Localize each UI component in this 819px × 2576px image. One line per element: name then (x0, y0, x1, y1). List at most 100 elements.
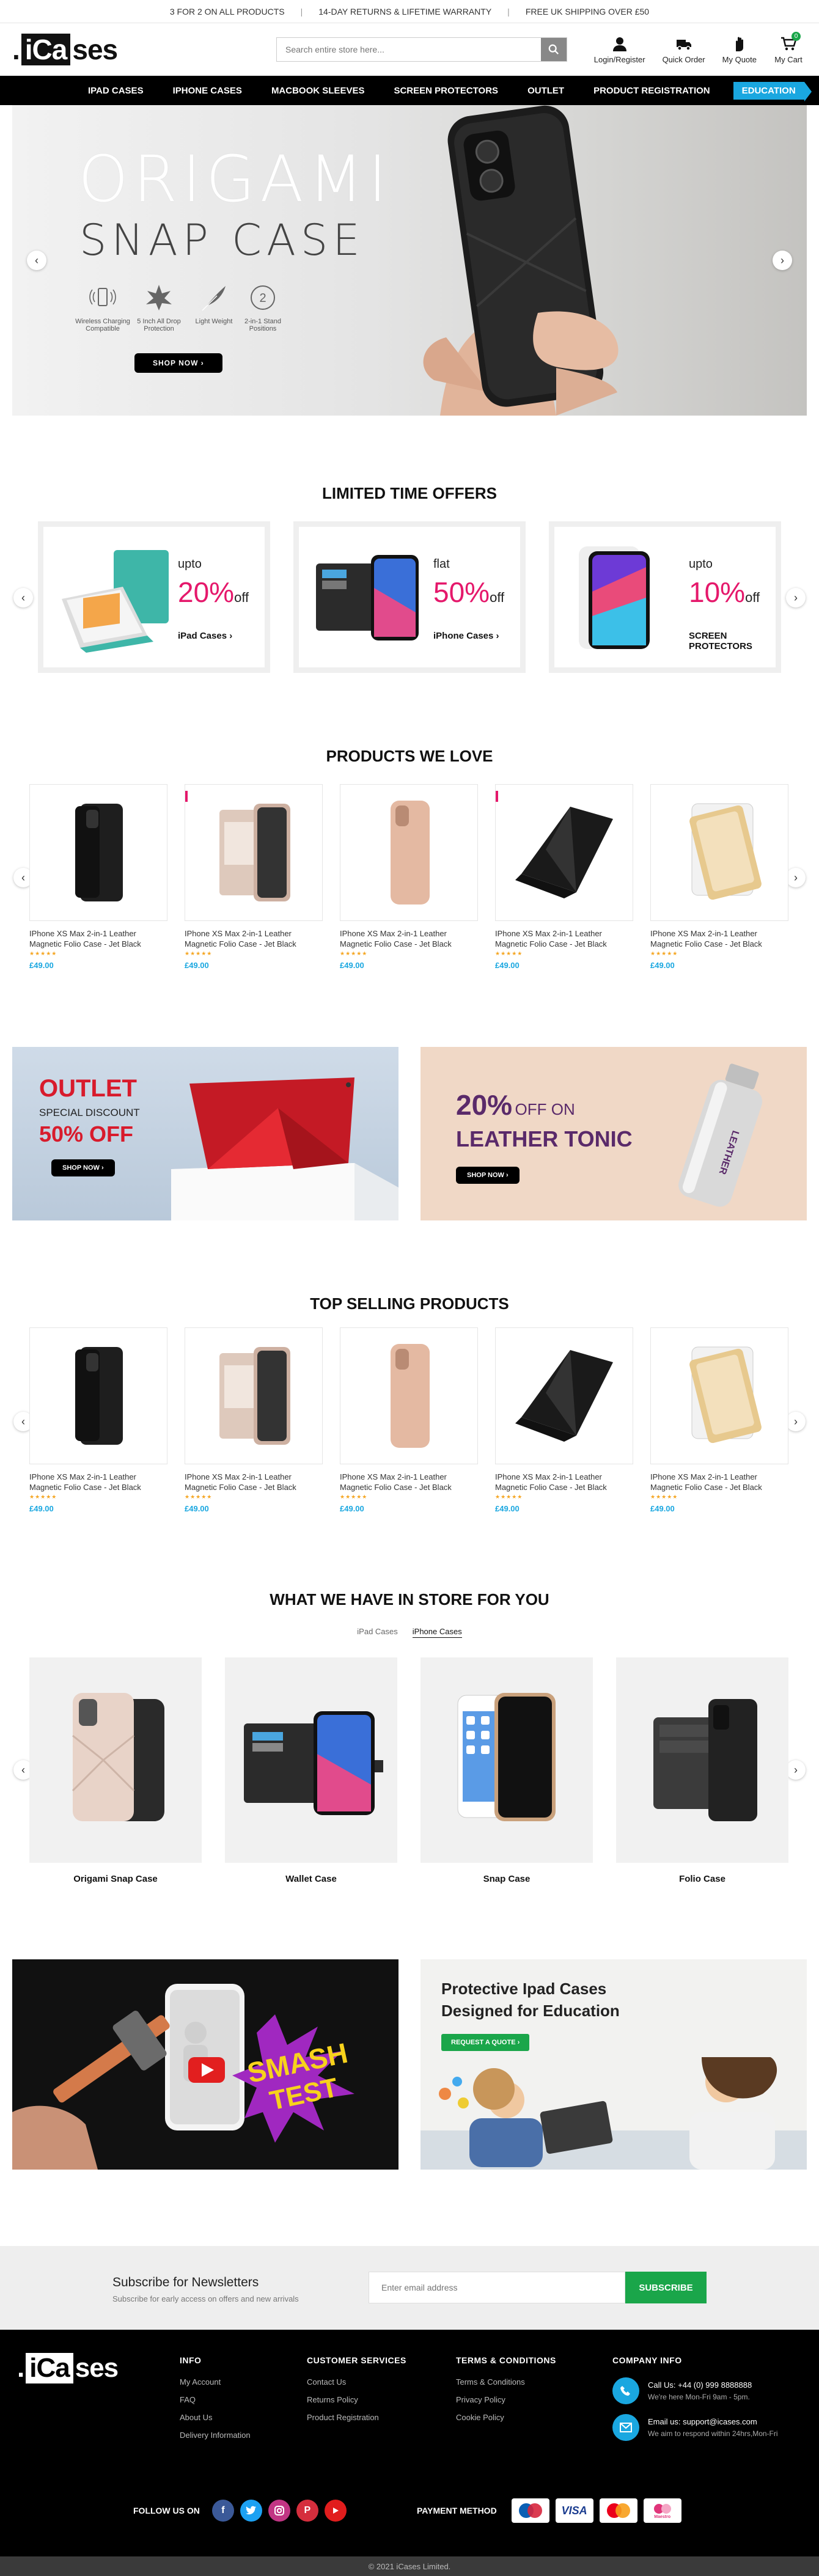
offer-card[interactable]: flat 50%off iPhone Cases › (293, 521, 526, 673)
product-image[interactable] (340, 784, 478, 921)
outlet-banner[interactable]: OUTLET SPECIAL DISCOUNT 50% OFF SHOP NOW… (12, 1047, 398, 1220)
nav-iphone-cases[interactable]: IPHONE CASES (158, 86, 257, 96)
product-name[interactable]: IPhone XS Max 2-in-1 Leather Magnetic Fo… (340, 928, 478, 949)
smash-test-banner[interactable]: SMASH TEST (12, 1959, 398, 2170)
product-name[interactable]: IPhone XS Max 2-in-1 Leather Magnetic Fo… (495, 928, 633, 949)
product-name[interactable]: IPhone XS Max 2-in-1 Leather Magnetic Fo… (29, 1472, 167, 1492)
nav-product-registration[interactable]: PRODUCT REGISTRATION (579, 86, 725, 96)
offers-next-button[interactable]: › (786, 588, 806, 607)
footer-link[interactable]: Terms & Conditions (456, 2377, 556, 2387)
store-card[interactable]: Snap Case (421, 1657, 593, 1884)
product-card[interactable]: IPhone XS Max 2-in-1 Leather Magnetic Fo… (29, 784, 167, 970)
product-name[interactable]: IPhone XS Max 2-in-1 Leather Magnetic Fo… (185, 928, 323, 949)
pinterest-icon[interactable]: P (296, 2500, 318, 2522)
footer-link[interactable]: My Account (180, 2377, 251, 2387)
leather-tonic-banner[interactable]: 20% OFF ON LEATHER TONIC SHOP NOW › LEAT… (421, 1047, 807, 1220)
product-name[interactable]: IPhone XS Max 2-in-1 Leather Magnetic Fo… (650, 928, 788, 949)
product-card[interactable]: IPhone XS Max 2-in-1 Leather Magnetic Fo… (340, 784, 478, 970)
chevron-right-icon: › (517, 2039, 520, 2046)
product-image[interactable] (185, 784, 323, 921)
product-image[interactable] (340, 1327, 478, 1464)
instagram-icon[interactable] (268, 2500, 290, 2522)
product-name[interactable]: IPhone XS Max 2-in-1 Leather Magnetic Fo… (340, 1472, 478, 1492)
product-name[interactable]: IPhone XS Max 2-in-1 Leather Magnetic Fo… (29, 928, 167, 949)
product-card[interactable]: IPhone XS Max 2-in-1 Leather Magnetic Fo… (185, 1327, 323, 1513)
offer-category-link[interactable]: SCREEN PROTECTORS (689, 631, 776, 651)
offer-category-link[interactable]: iPhone Cases › (433, 631, 499, 641)
subscribe-button[interactable]: SUBSCRIBE (625, 2272, 707, 2303)
search-input[interactable] (277, 38, 541, 61)
nav-macbook-sleeves[interactable]: MACBOOK SLEEVES (257, 86, 380, 96)
product-name[interactable]: IPhone XS Max 2-in-1 Leather Magnetic Fo… (185, 1472, 323, 1492)
product-name[interactable]: IPhone XS Max 2-in-1 Leather Magnetic Fo… (495, 1472, 633, 1492)
request-quote-button[interactable]: REQUEST A QUOTE › (441, 2034, 530, 2051)
footer-link[interactable]: Cookie Policy (456, 2413, 556, 2422)
footer-link[interactable]: Returns Policy (307, 2395, 406, 2404)
youtube-icon[interactable] (324, 2500, 347, 2522)
footer-link[interactable]: Delivery Information (180, 2431, 251, 2440)
twitter-icon[interactable] (240, 2500, 262, 2522)
nav-education[interactable]: EDUCATION (733, 81, 812, 101)
tonic-bottle-image: LEATHER (678, 1063, 763, 1207)
product-card[interactable]: IPhone XS Max 2-in-1 Leather Magnetic Fo… (29, 1327, 167, 1513)
footer-link[interactable]: Privacy Policy (456, 2395, 556, 2404)
nav-ipad-cases[interactable]: IPAD CASES (73, 86, 158, 96)
footer-link[interactable]: Contact Us (307, 2377, 406, 2387)
separator: | (507, 6, 510, 17)
newsletter-subtitle: Subscribe for early access on offers and… (112, 2294, 299, 2303)
nav-outlet[interactable]: OUTLET (513, 86, 579, 96)
product-image[interactable] (650, 784, 788, 921)
tab-ipad-cases[interactable]: iPad Cases (357, 1627, 397, 1638)
request-quote-label: REQUEST A QUOTE (451, 2039, 516, 2046)
store-card[interactable]: Origami Snap Case (29, 1657, 202, 1884)
product-name[interactable]: IPhone XS Max 2-in-1 Leather Magnetic Fo… (650, 1472, 788, 1492)
footer-logo[interactable]: . iCa ses (17, 2353, 119, 2383)
drop-protection-icon (146, 285, 172, 310)
product-card[interactable]: IPhone XS Max 2-in-1 Leather Magnetic Fo… (185, 784, 323, 970)
product-image[interactable] (650, 1327, 788, 1464)
offer-card[interactable]: upto 10%off SCREEN PROTECTORS (549, 521, 781, 673)
footer-link[interactable]: About Us (180, 2413, 251, 2422)
offer-card[interactable]: upto 20%off iPad Cases › (38, 521, 270, 673)
product-image[interactable] (29, 784, 167, 921)
product-price: £49.00 (650, 961, 675, 970)
hero-shop-now-button[interactable]: SHOP NOW › (134, 353, 222, 373)
quick-order-link[interactable]: Quick Order (663, 35, 705, 64)
quote-link[interactable]: My Quote (722, 35, 757, 64)
hero-prev-button[interactable]: ‹ (27, 251, 46, 270)
newsletter-email-input[interactable] (369, 2272, 625, 2303)
email-label[interactable]: Email us: support@icases.com (648, 2417, 778, 2426)
product-card[interactable]: IPhone XS Max 2-in-1 Leather Magnetic Fo… (340, 1327, 478, 1513)
outlet-shop-now-button[interactable]: SHOP NOW › (51, 1159, 115, 1176)
store-card[interactable]: Wallet Case (225, 1657, 397, 1884)
education-banner[interactable]: Protective Ipad Cases Designed for Educa… (421, 1959, 807, 2170)
logo-box: iCa (21, 34, 71, 65)
promo-returns: 14-DAY RETURNS & LIFETIME WARRANTY (318, 6, 492, 17)
logo[interactable]: . iCa ses (12, 33, 118, 66)
footer-link[interactable]: FAQ (180, 2395, 251, 2404)
product-card[interactable]: IPhone XS Max 2-in-1 Leather Magnetic Fo… (650, 784, 788, 970)
top-selling-next-button[interactable]: › (786, 1412, 806, 1431)
tab-iphone-cases[interactable]: iPhone Cases (412, 1627, 462, 1638)
search-button[interactable] (541, 38, 567, 61)
offer-category-link[interactable]: iPad Cases › (178, 631, 232, 641)
product-image[interactable] (495, 784, 633, 921)
tonic-shop-now-button[interactable]: SHOP NOW › (456, 1167, 520, 1184)
product-card[interactable]: IPhone XS Max 2-in-1 Leather Magnetic Fo… (650, 1327, 788, 1513)
hero-next-button[interactable]: › (773, 251, 792, 270)
product-card[interactable]: IPhone XS Max 2-in-1 Leather Magnetic Fo… (495, 784, 633, 970)
offers-prev-button[interactable]: ‹ (13, 588, 33, 607)
footer-link[interactable]: Product Registration (307, 2413, 406, 2422)
products-love-next-button[interactable]: › (786, 868, 806, 887)
product-image[interactable] (495, 1327, 633, 1464)
chevron-right-icon: › (101, 1164, 104, 1172)
nav-screen-protectors[interactable]: SCREEN PROTECTORS (379, 86, 513, 96)
product-card[interactable]: IPhone XS Max 2-in-1 Leather Magnetic Fo… (495, 1327, 633, 1513)
store-card[interactable]: Folio Case (616, 1657, 788, 1884)
product-image[interactable] (185, 1327, 323, 1464)
facebook-icon[interactable]: f (211, 2500, 234, 2522)
store-next-button[interactable]: › (786, 1760, 806, 1780)
product-image[interactable] (29, 1327, 167, 1464)
account-link[interactable]: Login/Register (594, 35, 645, 64)
cart-link[interactable]: 0 My Cart (774, 31, 803, 64)
